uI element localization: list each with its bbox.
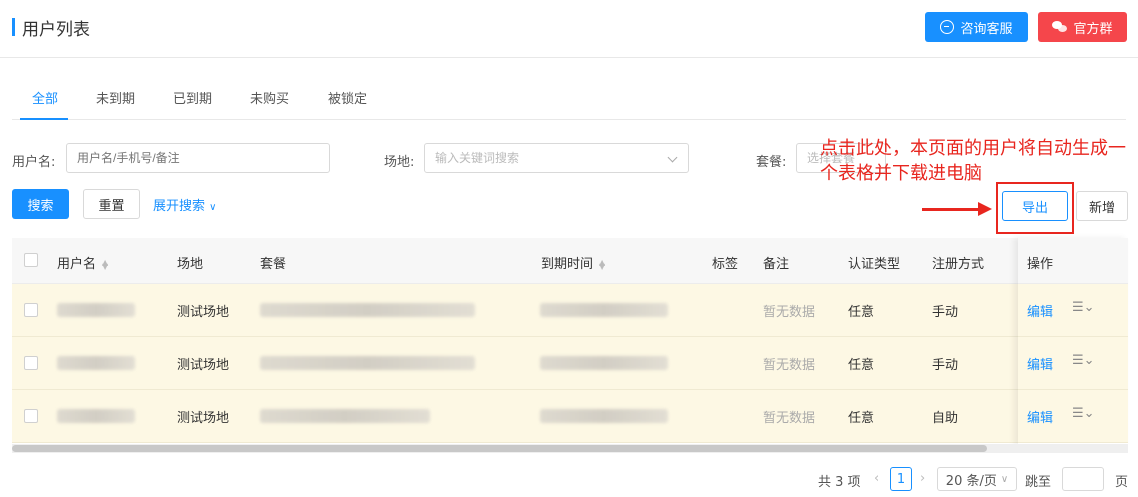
reg-method-cell: 自助 [932, 411, 959, 426]
page-size-select[interactable]: 20 条/页 ∨ [937, 467, 1017, 491]
reset-button[interactable]: 重置 [83, 189, 140, 219]
username-label: 用户名: [12, 155, 56, 170]
chevron-down-icon: ∨ [1000, 473, 1009, 485]
venue-label: 场地: [384, 155, 415, 170]
wechat-icon [1052, 21, 1068, 33]
title-accent-bar [12, 18, 15, 36]
tab-expired[interactable]: 已到期 [173, 88, 212, 107]
tab-locked[interactable]: 被锁定 [328, 88, 367, 107]
auth-type-cell: 任意 [848, 358, 875, 373]
column-header-venue: 场地 [177, 257, 204, 272]
venue-cell: 测试场地 [177, 358, 230, 373]
column-label: 到期时间 [541, 257, 594, 272]
chevron-down-icon: ∨ [209, 202, 217, 213]
user-list-page: 用户列表 咨询客服 官方群 全部 未到期 已到期 未购买 被锁定 用户名: 场地… [0, 0, 1138, 497]
redacted-expiry [540, 409, 668, 423]
redacted-package [260, 303, 475, 317]
table-row: 测试场地 暂无数据 任意 自助 编辑 ☰⌄ [12, 390, 1128, 443]
annotation-highlight-box [996, 182, 1074, 234]
venue-placeholder: 输入关键词搜索 [435, 151, 520, 165]
column-header-package: 套餐 [260, 257, 287, 272]
page-number-current[interactable]: 1 [890, 467, 912, 491]
page-title: 用户列表 [22, 20, 90, 40]
official-group-button[interactable]: 官方群 [1038, 12, 1127, 42]
redacted-username [57, 409, 135, 423]
table-header: 用户名 ▲ ▼ 场地 套餐 到期时间 ▲ ▼ 标签 备注 认证类型 注册方式 操作 [12, 238, 1128, 284]
sort-icon: ▲ ▼ [102, 257, 109, 271]
page-suffix-label: 页 [1115, 475, 1129, 490]
consult-service-button[interactable]: 咨询客服 [925, 12, 1028, 42]
scrollbar-thumb[interactable] [12, 445, 987, 452]
page-header: 用户列表 咨询客服 官方群 [0, 0, 1138, 58]
page-size-label: 20 条/页 [945, 473, 997, 489]
reg-method-cell: 手动 [932, 358, 959, 373]
column-header-username[interactable]: 用户名 ▲ ▼ [57, 253, 108, 272]
reg-method-cell: 手动 [932, 305, 959, 320]
column-header-expiry[interactable]: 到期时间 ▲ ▼ [541, 253, 605, 272]
tab-not-purchased[interactable]: 未购买 [250, 88, 289, 107]
chevron-down-icon [667, 152, 678, 163]
chat-bubble-icon [940, 20, 955, 34]
official-group-label: 官方群 [1073, 21, 1113, 37]
sort-icon: ▲ ▼ [599, 257, 606, 271]
status-tabs: 全部 未到期 已到期 未购买 被锁定 [12, 78, 1126, 120]
jump-label: 跳至 [1025, 475, 1052, 490]
column-label: 用户名 [57, 257, 97, 272]
next-page-icon[interactable]: › [920, 471, 925, 486]
row-checkbox[interactable] [24, 356, 38, 370]
active-tab-indicator [20, 118, 68, 120]
fixed-actions-column [1018, 238, 1128, 445]
row-checkbox[interactable] [24, 303, 38, 317]
column-header-auth-type: 认证类型 [848, 257, 901, 272]
redacted-expiry [540, 303, 668, 317]
remark-cell: 暂无数据 [763, 358, 816, 373]
username-input[interactable] [66, 143, 330, 173]
redacted-expiry [540, 356, 668, 370]
tab-unexpired[interactable]: 未到期 [96, 88, 135, 107]
venue-cell: 测试场地 [177, 305, 230, 320]
total-count: 共 3 项 [818, 475, 861, 490]
redacted-username [57, 303, 135, 317]
horizontal-scrollbar[interactable] [12, 444, 1128, 453]
venue-cell: 测试场地 [177, 411, 230, 426]
jump-page-input[interactable] [1062, 467, 1104, 491]
redacted-package [260, 356, 475, 370]
arrow-head-icon [978, 202, 992, 216]
package-label: 套餐: [756, 155, 787, 170]
column-header-remark: 备注 [763, 257, 790, 272]
table-row: 测试场地 暂无数据 任意 手动 编辑 ☰⌄ [12, 337, 1128, 390]
annotation-text: 点击此处，本页面的用户将自动生成一个表格并下载进电脑 [820, 138, 1126, 184]
tab-all[interactable]: 全部 [32, 88, 58, 107]
remark-cell: 暂无数据 [763, 411, 816, 426]
select-all-checkbox[interactable] [24, 253, 38, 267]
row-checkbox[interactable] [24, 409, 38, 423]
auth-type-cell: 任意 [848, 411, 875, 426]
search-button[interactable]: 搜索 [12, 189, 69, 219]
auth-type-cell: 任意 [848, 305, 875, 320]
table-row: 测试场地 暂无数据 任意 手动 编辑 ☰⌄ [12, 284, 1128, 337]
expand-search-link[interactable]: 展开搜索 ∨ [153, 195, 216, 214]
column-header-tags: 标签 [712, 257, 739, 272]
annotation-arrow [922, 208, 982, 211]
prev-page-icon[interactable]: ‹ [874, 471, 879, 486]
venue-select[interactable]: 输入关键词搜索 [424, 143, 689, 173]
column-header-reg-method: 注册方式 [932, 257, 985, 272]
add-button[interactable]: 新增 [1076, 191, 1128, 221]
remark-cell: 暂无数据 [763, 305, 816, 320]
consult-service-label: 咨询客服 [960, 21, 1013, 37]
redacted-package [260, 409, 430, 423]
redacted-username [57, 356, 135, 370]
expand-search-label: 展开搜索 [153, 199, 206, 214]
